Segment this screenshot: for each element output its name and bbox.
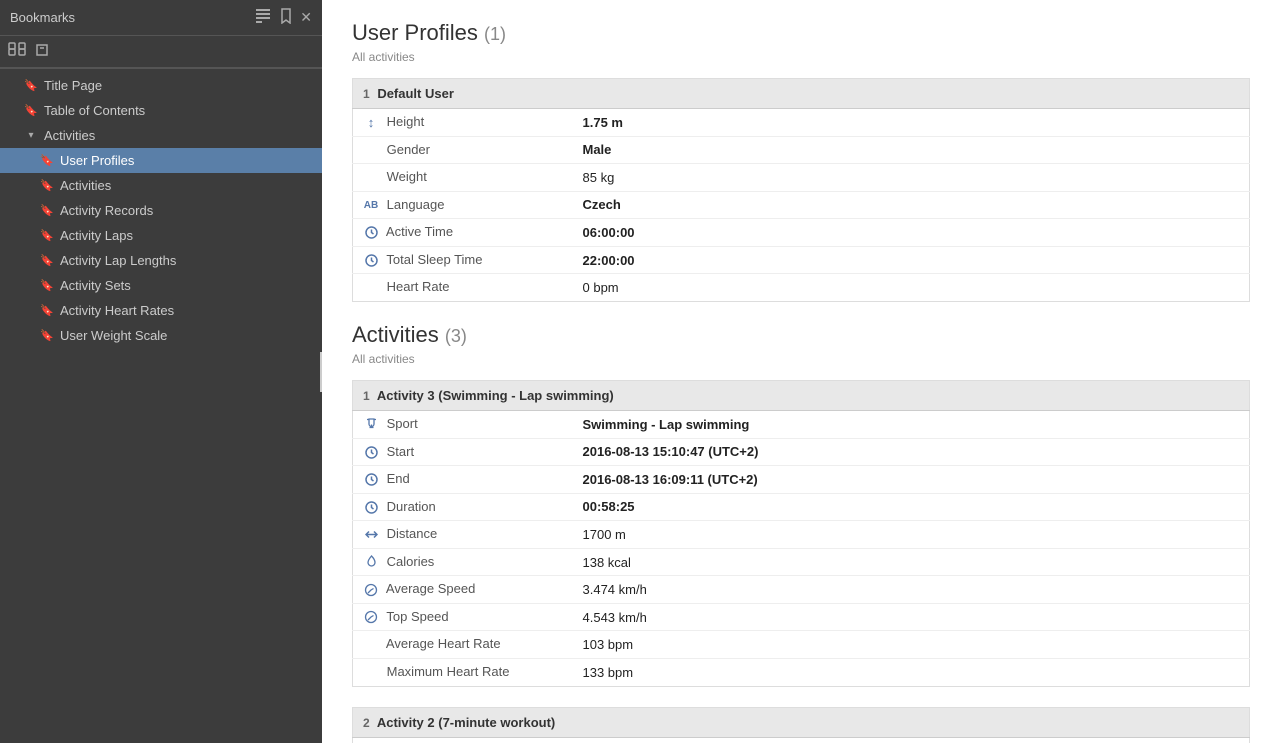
sidebar-item-activity-laps[interactable]: 🔖 Activity Laps: [0, 223, 322, 248]
sidebar-items: 🔖 Title Page 🔖 Table of Contents ▾ Activ…: [0, 69, 322, 743]
trophy-icon: [363, 417, 379, 433]
bookmark-icon-activity-laps: 🔖: [40, 229, 54, 243]
table-row: Start 2016-08-13 15:10:47 (UTC+2): [353, 438, 1250, 466]
sidebar-item-activity-lap-lengths[interactable]: 🔖 Activity Lap Lengths: [0, 248, 322, 273]
user-profiles-count: (1): [484, 24, 506, 44]
sidebar-label-activity-sets: Activity Sets: [60, 278, 131, 293]
table-row: Average Heart Rate 103 bpm: [353, 631, 1250, 659]
table-row: Maximum Heart Rate 133 bpm: [353, 659, 1250, 687]
sidebar-label-activity-lap-lengths: Activity Lap Lengths: [60, 253, 176, 268]
sidebar-header-icons: ✕: [256, 8, 312, 27]
expand-icon-activities: ▾: [24, 129, 38, 143]
sidebar-label-toc: Table of Contents: [44, 103, 145, 118]
table-row: Duration 00:58:25: [353, 493, 1250, 521]
sidebar-label-activities: Activities: [60, 178, 111, 193]
table-row: Sport Training - Cardio training: [353, 737, 1250, 743]
sidebar-item-title-page[interactable]: 🔖 Title Page: [0, 73, 322, 98]
sidebar-title: Bookmarks: [10, 10, 75, 25]
sidebar-close-button[interactable]: ✕: [300, 9, 312, 26]
clock-icon-sleep: [363, 252, 379, 268]
bookmark-icon-toc: 🔖: [24, 104, 38, 118]
spacer-icon: [363, 280, 379, 296]
fire-icon: [363, 554, 379, 570]
bookmark-icon-activities: 🔖: [40, 179, 54, 193]
activities-count: (3): [445, 326, 467, 346]
sidebar-icon-list[interactable]: [256, 9, 272, 26]
sidebar-toolbar: [0, 36, 322, 68]
user-profiles-table: 1 Default User ↕ Height 1.75 m: [352, 78, 1250, 302]
sidebar: Bookmarks ✕: [0, 0, 322, 743]
table-row: End 2016-08-13 16:09:11 (UTC+2): [353, 466, 1250, 494]
sidebar-label-activity-records: Activity Records: [60, 203, 153, 218]
sidebar-item-user-profiles[interactable]: 🔖 User Profiles: [0, 148, 322, 173]
sidebar-item-activity-heart-rates[interactable]: 🔖 Activity Heart Rates: [0, 298, 322, 323]
sidebar-icon-bookmark[interactable]: [280, 8, 292, 27]
bookmark-icon-activity-lap-lengths: 🔖: [40, 254, 54, 268]
clock-icon-start: [363, 444, 379, 460]
speedometer-icon: [363, 582, 379, 598]
spacer-icon: [363, 142, 379, 158]
table-row: Top Speed 4.543 km/h: [353, 603, 1250, 631]
user-profiles-title: User Profiles (1): [352, 20, 1250, 46]
activities-subtitle: All activities: [352, 352, 1250, 366]
activity-1-header: 1 Activity 3 (Swimming - Lap swimming): [353, 380, 1250, 410]
table-row: Total Sleep Time 22:00:00: [353, 246, 1250, 274]
table-row: Gender Male: [353, 136, 1250, 164]
bookmark-icon-activity-records: 🔖: [40, 204, 54, 218]
table-row: Sport Swimming - Lap swimming: [353, 410, 1250, 438]
spacer-icon: [363, 665, 379, 681]
table-row: Weight 85 kg: [353, 164, 1250, 192]
arrow-updown-icon: ↕: [363, 115, 379, 131]
main-content: User Profiles (1) All activities 1 Defau…: [322, 0, 1280, 743]
bookmark-icon-user-weight-scale: 🔖: [40, 329, 54, 343]
table-row: Active Time 06:00:00: [353, 219, 1250, 247]
sidebar-collapse-handle[interactable]: ◀: [320, 352, 322, 392]
sidebar-item-toc[interactable]: 🔖 Table of Contents: [0, 98, 322, 123]
sidebar-label-activities-group: Activities: [44, 128, 95, 143]
clock-icon-end: [363, 472, 379, 488]
clock-icon-duration: [363, 499, 379, 515]
sidebar-label-activity-laps: Activity Laps: [60, 228, 133, 243]
language-icon: AB: [363, 197, 379, 213]
activity-1-table: 1 Activity 3 (Swimming - Lap swimming) S…: [352, 380, 1250, 687]
table-row: Heart Rate 0 bpm: [353, 274, 1250, 302]
speedometer-top-icon: [363, 609, 379, 625]
bookmark-icon-user-profiles: 🔖: [40, 154, 54, 168]
sidebar-header: Bookmarks ✕: [0, 0, 322, 36]
table-row: ↕ Height 1.75 m: [353, 109, 1250, 137]
sidebar-item-activity-sets[interactable]: 🔖 Activity Sets: [0, 273, 322, 298]
sidebar-label-title-page: Title Page: [44, 78, 102, 93]
sidebar-label-user-profiles: User Profiles: [60, 153, 134, 168]
sidebar-item-activity-records[interactable]: 🔖 Activity Records: [0, 198, 322, 223]
table-row: AB Language Czech: [353, 191, 1250, 219]
table-row: Average Speed 3.474 km/h: [353, 576, 1250, 604]
toolbar-icon-2[interactable]: [34, 42, 50, 61]
bookmark-icon-activity-sets: 🔖: [40, 279, 54, 293]
user-profiles-subtitle: All activities: [352, 50, 1250, 64]
bookmark-icon-activity-heart-rates: 🔖: [40, 304, 54, 318]
sidebar-item-user-weight-scale[interactable]: 🔖 User Weight Scale: [0, 323, 322, 348]
activity-2-table: 2 Activity 2 (7-minute workout) Sport Tr…: [352, 707, 1250, 743]
bookmark-icon: 🔖: [24, 79, 38, 93]
toolbar-icon-1[interactable]: [8, 42, 26, 61]
sidebar-label-activity-heart-rates: Activity Heart Rates: [60, 303, 174, 318]
spacer-icon: [363, 170, 379, 186]
arrows-h-icon: [363, 527, 379, 543]
sidebar-item-activities[interactable]: 🔖 Activities: [0, 173, 322, 198]
activity-2-header: 2 Activity 2 (7-minute workout): [353, 707, 1250, 737]
clock-icon: [363, 225, 379, 241]
table-row: Calories 138 kcal: [353, 548, 1250, 576]
activities-section: Activities (3) All activities 1 Activity…: [352, 322, 1250, 743]
user-profiles-section: User Profiles (1) All activities 1 Defau…: [352, 20, 1250, 302]
sidebar-item-activities-group[interactable]: ▾ Activities: [0, 123, 322, 148]
user-profiles-table-header: 1 Default User: [353, 79, 1250, 109]
activities-title: Activities (3): [352, 322, 1250, 348]
spacer-icon: [363, 637, 379, 653]
sidebar-label-user-weight-scale: User Weight Scale: [60, 328, 167, 343]
table-row: Distance 1700 m: [353, 521, 1250, 549]
